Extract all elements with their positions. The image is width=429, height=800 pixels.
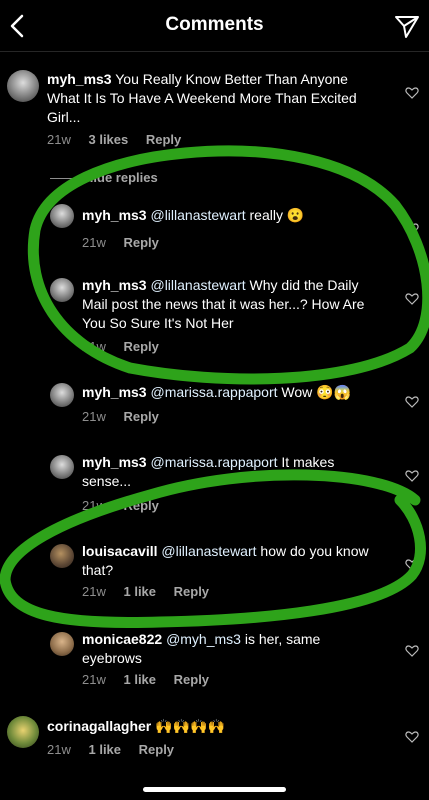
comment-time: 21w xyxy=(47,742,71,757)
comment-username[interactable]: myh_ms3 xyxy=(47,71,112,87)
mention-link[interactable]: @lillanastewart xyxy=(150,207,245,223)
avatar[interactable] xyxy=(50,383,74,407)
comment-time: 21w xyxy=(82,498,106,513)
reply-item: monicae822 @myh_ms3 is her, same eyebrow… xyxy=(0,624,429,694)
comment-username[interactable]: corinagallagher xyxy=(47,718,151,734)
heart-outline-icon[interactable] xyxy=(405,730,419,744)
avatar[interactable] xyxy=(7,716,39,748)
mention-link[interactable]: @lillanastewart xyxy=(150,277,245,293)
avatar[interactable] xyxy=(50,455,74,479)
comment-text: Wow 😳😱 xyxy=(281,384,352,400)
heart-outline-icon[interactable] xyxy=(405,86,419,100)
comment-time: 21w xyxy=(82,235,106,250)
comment-username[interactable]: myh_ms3 xyxy=(82,277,147,293)
reply-item: myh_ms3 @marissa.rappaport Wow 😳😱 21w Re… xyxy=(0,377,429,427)
reply-item: myh_ms3 @marissa.rappaport It makes sens… xyxy=(0,447,429,517)
hide-replies-button[interactable]: Hide replies xyxy=(50,170,158,185)
comment-username[interactable]: myh_ms3 xyxy=(82,384,147,400)
reply-item: myh_ms3 @lillanastewart Why did the Dail… xyxy=(0,270,429,360)
heart-outline-icon[interactable] xyxy=(405,644,419,658)
reply-button[interactable]: Reply xyxy=(174,584,209,599)
comment-main: myh_ms3 You Really Know Better Than Anyo… xyxy=(0,60,429,160)
mention-link[interactable]: @marissa.rappaport xyxy=(150,384,277,400)
likes-count[interactable]: 1 like xyxy=(123,584,156,599)
avatar[interactable] xyxy=(50,278,74,302)
heart-outline-icon[interactable] xyxy=(405,292,419,306)
mention-link[interactable]: @myh_ms3 xyxy=(166,631,241,647)
comment-username[interactable]: louisacavill xyxy=(82,543,157,559)
comment-username[interactable]: monicae822 xyxy=(82,631,162,647)
mention-link[interactable]: @lillanastewart xyxy=(161,543,256,559)
reply-button[interactable]: Reply xyxy=(123,339,158,354)
avatar[interactable] xyxy=(50,632,74,656)
avatar[interactable] xyxy=(7,70,39,102)
comment-text: 🙌🙌🙌🙌 xyxy=(155,718,225,734)
reply-item: myh_ms3 @lillanastewart really 😮 21w Rep… xyxy=(0,200,429,250)
avatar[interactable] xyxy=(50,544,74,568)
mention-link[interactable]: @marissa.rappaport xyxy=(150,454,277,470)
comment-time: 21w xyxy=(47,132,71,147)
avatar[interactable] xyxy=(50,204,74,228)
reply-button[interactable]: Reply xyxy=(123,235,158,250)
reply-button[interactable]: Reply xyxy=(123,498,158,513)
reply-button[interactable]: Reply xyxy=(174,672,209,687)
comment-item: corinagallagher 🙌🙌🙌🙌 21w 1 like Reply xyxy=(0,710,429,770)
reply-item: louisacavill @lillanastewart how do you … xyxy=(0,536,429,606)
heart-outline-icon[interactable] xyxy=(405,222,419,236)
home-indicator xyxy=(143,787,286,792)
reply-button[interactable]: Reply xyxy=(139,742,174,757)
paper-plane-icon[interactable] xyxy=(393,12,421,40)
comment-time: 21w xyxy=(82,672,106,687)
comment-time: 21w xyxy=(82,339,106,354)
likes-count[interactable]: 1 like xyxy=(123,672,156,687)
page-title: Comments xyxy=(165,14,264,35)
comment-text: really 😮 xyxy=(249,207,305,223)
reply-button[interactable]: Reply xyxy=(146,132,181,147)
reply-button[interactable]: Reply xyxy=(123,409,158,424)
divider xyxy=(50,178,74,180)
heart-outline-icon[interactable] xyxy=(405,558,419,572)
likes-count[interactable]: 3 likes xyxy=(88,132,128,147)
comment-username[interactable]: myh_ms3 xyxy=(82,454,147,470)
comment-time: 21w xyxy=(82,584,106,599)
heart-outline-icon[interactable] xyxy=(405,395,419,409)
likes-count[interactable]: 1 like xyxy=(88,742,121,757)
header-bar: Comments xyxy=(0,0,429,52)
comment-time: 21w xyxy=(82,409,106,424)
heart-outline-icon[interactable] xyxy=(405,469,419,483)
comment-username[interactable]: myh_ms3 xyxy=(82,207,147,223)
